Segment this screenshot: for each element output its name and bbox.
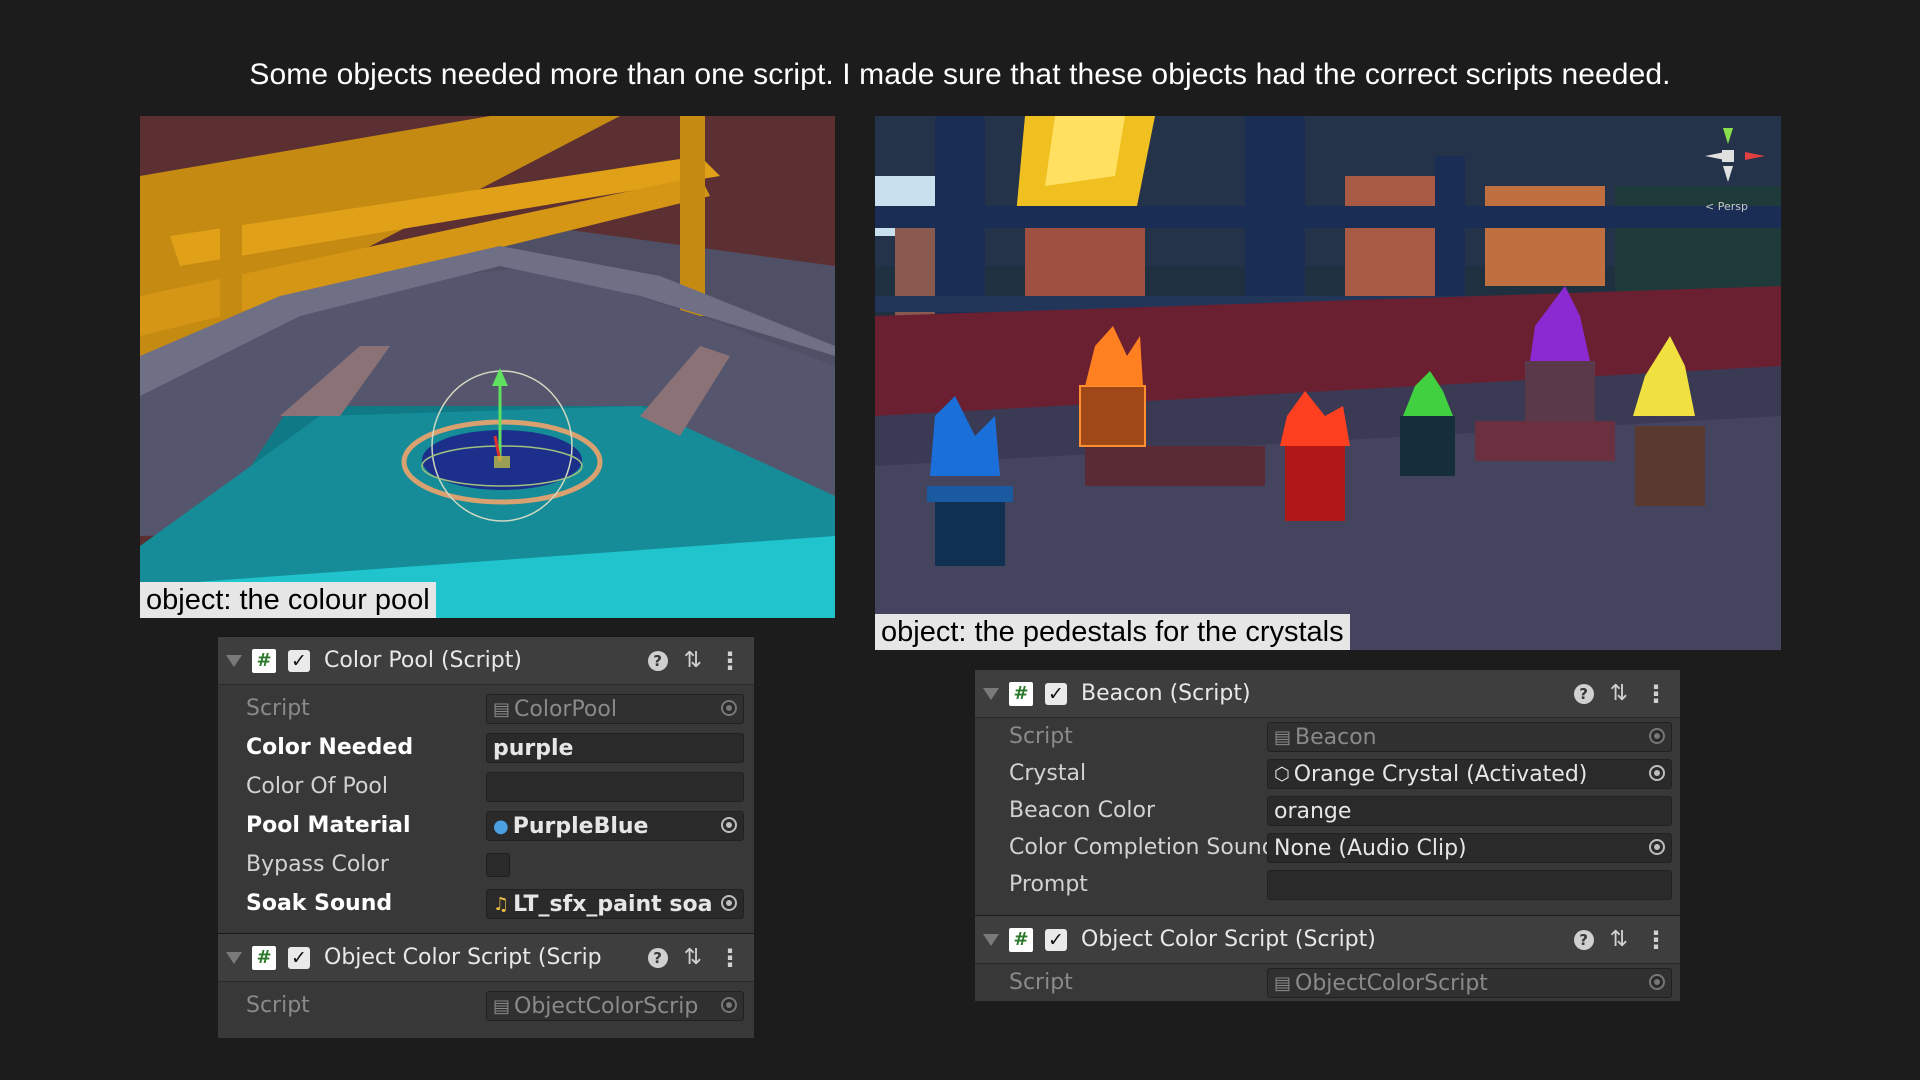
pool-caption: object: the colour pool bbox=[140, 582, 436, 618]
enabled-checkbox[interactable]: ✓ bbox=[288, 946, 310, 969]
object-picker-icon bbox=[721, 699, 737, 716]
pool-material-field[interactable]: ● PurpleBlue bbox=[486, 810, 744, 841]
field-label: Script bbox=[1009, 970, 1073, 995]
object-color-component-header[interactable]: # ✓ Object Color Script (Script) ? ⇅ ⋮ bbox=[975, 915, 1680, 964]
enabled-checkbox[interactable]: ✓ bbox=[1045, 928, 1067, 951]
context-menu-icon[interactable]: ⋮ bbox=[1644, 928, 1668, 952]
script-hash-icon: # bbox=[1009, 681, 1033, 706]
script-object-field: ▤ ColorPool bbox=[486, 693, 744, 724]
field-row-bypass-color: Bypass Color bbox=[218, 845, 754, 884]
object-picker-icon bbox=[721, 996, 737, 1013]
component-title: Color Pool (Script) bbox=[324, 648, 522, 673]
script-hash-icon: # bbox=[252, 945, 276, 970]
field-label: Script bbox=[246, 993, 310, 1018]
script-object-field: ▤ ObjectColorScrip bbox=[486, 990, 744, 1021]
object-picker-icon bbox=[1649, 727, 1665, 744]
field-row-completion-sound: Color Completion Sound None (Audio Clip) bbox=[975, 829, 1680, 866]
field-row-beacon-color: Beacon Color orange bbox=[975, 792, 1680, 829]
pedestal-inspector-panel: # ✓ Beacon (Script) ? ⇅ ⋮ Script ▤ Beacon… bbox=[975, 669, 1680, 1001]
presets-icon[interactable]: ⇅ bbox=[1610, 682, 1628, 704]
pedestals-caption: object: the pedestals for the crystals bbox=[875, 614, 1350, 650]
field-label: Beacon Color bbox=[1009, 798, 1156, 823]
color-pool-component-header[interactable]: # ✓ Color Pool (Script) ? ⇅ ⋮ bbox=[218, 636, 754, 685]
foldout-arrow-icon[interactable] bbox=[983, 687, 999, 700]
field-row-script: Script ▤ ObjectColorScrip bbox=[218, 986, 754, 1025]
prompt-object-field[interactable] bbox=[1267, 869, 1672, 900]
pool-inspector-panel: # ✓ Color Pool (Script) ? ⇅ ⋮ Script ▤ Co… bbox=[218, 636, 754, 1038]
field-label: Color Needed bbox=[246, 735, 414, 760]
object-color-component-header[interactable]: # ✓ Object Color Script (Scrip ? ⇅ ⋮ bbox=[218, 933, 754, 982]
field-label: Soak Sound bbox=[246, 891, 393, 916]
field-label: Script bbox=[1009, 724, 1073, 749]
field-label: Color Of Pool bbox=[246, 774, 389, 799]
bypass-color-checkbox[interactable] bbox=[486, 853, 510, 877]
field-label: Pool Material bbox=[246, 813, 411, 838]
field-label: Prompt bbox=[1009, 872, 1088, 897]
script-object-field: ▤ Beacon bbox=[1267, 721, 1672, 752]
foldout-arrow-icon[interactable] bbox=[226, 654, 242, 667]
script-hash-icon: # bbox=[1009, 927, 1033, 952]
component-title: Object Color Script (Script) bbox=[1081, 927, 1376, 952]
component-title: Beacon (Script) bbox=[1081, 681, 1251, 706]
presets-icon[interactable]: ⇅ bbox=[684, 946, 702, 968]
audio-clip-icon: ♫ bbox=[493, 893, 510, 915]
field-row-crystal: Crystal ⬡ Orange Crystal (Activated) bbox=[975, 755, 1680, 792]
pedestals-scene-view[interactable]: < Persp object: the pedestals for the cr… bbox=[875, 116, 1781, 650]
help-icon[interactable]: ? bbox=[647, 650, 668, 671]
beacon-component-header[interactable]: # ✓ Beacon (Script) ? ⇅ ⋮ bbox=[975, 669, 1680, 718]
help-icon[interactable]: ? bbox=[647, 947, 668, 968]
context-menu-icon[interactable]: ⋮ bbox=[1644, 682, 1668, 706]
context-menu-icon[interactable]: ⋮ bbox=[718, 649, 742, 673]
gameobject-cube-icon: ⬡ bbox=[1274, 763, 1290, 785]
presets-icon[interactable]: ⇅ bbox=[684, 649, 702, 671]
pedestals-scene-render bbox=[875, 116, 1781, 650]
context-menu-icon[interactable]: ⋮ bbox=[718, 946, 742, 970]
field-label: Crystal bbox=[1009, 761, 1087, 786]
script-asset-icon: ▤ bbox=[493, 995, 511, 1017]
material-sphere-icon: ● bbox=[493, 815, 509, 837]
script-hash-icon: # bbox=[252, 648, 276, 673]
crystal-object-field[interactable]: ⬡ Orange Crystal (Activated) bbox=[1267, 758, 1672, 789]
object-picker-icon[interactable] bbox=[721, 816, 737, 833]
enabled-checkbox[interactable]: ✓ bbox=[1045, 682, 1067, 705]
object-picker-icon[interactable] bbox=[1649, 764, 1665, 781]
field-label: Script bbox=[246, 696, 310, 721]
script-asset-icon: ▤ bbox=[493, 698, 511, 720]
component-title: Object Color Script (Scrip bbox=[324, 945, 602, 970]
object-picker-icon[interactable] bbox=[721, 894, 737, 911]
foldout-arrow-icon[interactable] bbox=[226, 951, 242, 964]
script-object-field: ▤ ObjectColorScript bbox=[1267, 967, 1672, 998]
help-icon[interactable]: ? bbox=[1573, 929, 1594, 950]
field-row-script: Script ▤ Beacon bbox=[975, 718, 1680, 755]
object-picker-icon[interactable] bbox=[1649, 838, 1665, 855]
pool-scene-render bbox=[140, 116, 835, 618]
slide-heading: Some objects needed more than one script… bbox=[249, 58, 1671, 91]
soak-sound-field[interactable]: ♫ LT_sfx_paint soa bbox=[486, 888, 744, 919]
object-picker-icon bbox=[1649, 973, 1665, 990]
color-needed-input[interactable]: purple bbox=[486, 732, 744, 763]
beacon-color-input[interactable]: orange bbox=[1267, 795, 1672, 826]
field-row-script: Script ▤ ObjectColorScript bbox=[975, 964, 1680, 1001]
field-row-color-of-pool: Color Of Pool bbox=[218, 767, 754, 806]
script-asset-icon: ▤ bbox=[1274, 726, 1292, 748]
script-asset-icon: ▤ bbox=[1274, 972, 1292, 994]
color-of-pool-input[interactable] bbox=[486, 771, 744, 802]
completion-sound-field[interactable]: None (Audio Clip) bbox=[1267, 832, 1672, 863]
pool-scene-view[interactable]: object: the colour pool bbox=[140, 116, 835, 618]
help-icon[interactable]: ? bbox=[1573, 683, 1594, 704]
scene-gizmo-label[interactable]: < Persp bbox=[1705, 200, 1748, 213]
field-row-script: Script ▤ ColorPool bbox=[218, 689, 754, 728]
field-row-pool-material: Pool Material ● PurpleBlue bbox=[218, 806, 754, 845]
field-row-soak-sound: Soak Sound ♫ LT_sfx_paint soa bbox=[218, 884, 754, 923]
field-row-color-needed: Color Needed purple bbox=[218, 728, 754, 767]
foldout-arrow-icon[interactable] bbox=[983, 933, 999, 946]
field-label: Color Completion Sound bbox=[1009, 835, 1276, 860]
presets-icon[interactable]: ⇅ bbox=[1610, 928, 1628, 950]
field-label: Bypass Color bbox=[246, 852, 389, 877]
enabled-checkbox[interactable]: ✓ bbox=[288, 649, 310, 672]
field-row-prompt: Prompt bbox=[975, 866, 1680, 903]
